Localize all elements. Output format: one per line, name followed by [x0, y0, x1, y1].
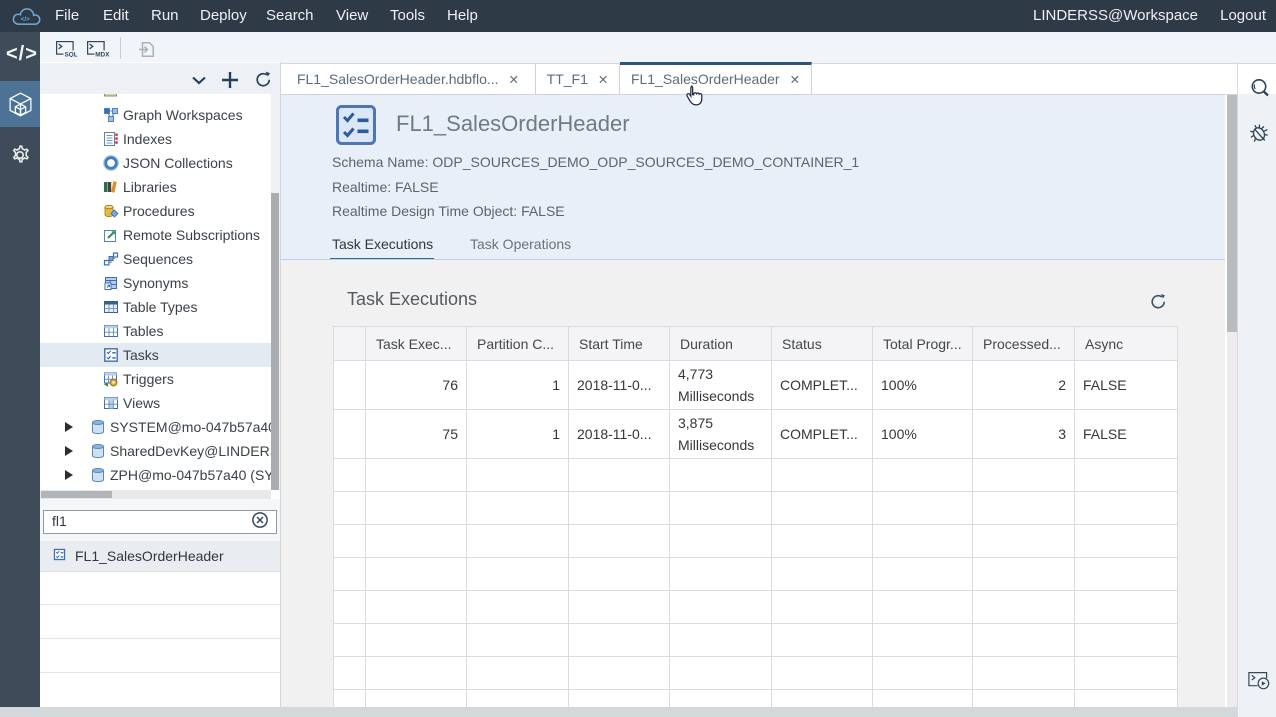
- svg-text:MDX: MDX: [95, 51, 110, 57]
- svg-text:</>: </>: [21, 16, 30, 23]
- svg-text:SQL: SQL: [65, 51, 78, 57]
